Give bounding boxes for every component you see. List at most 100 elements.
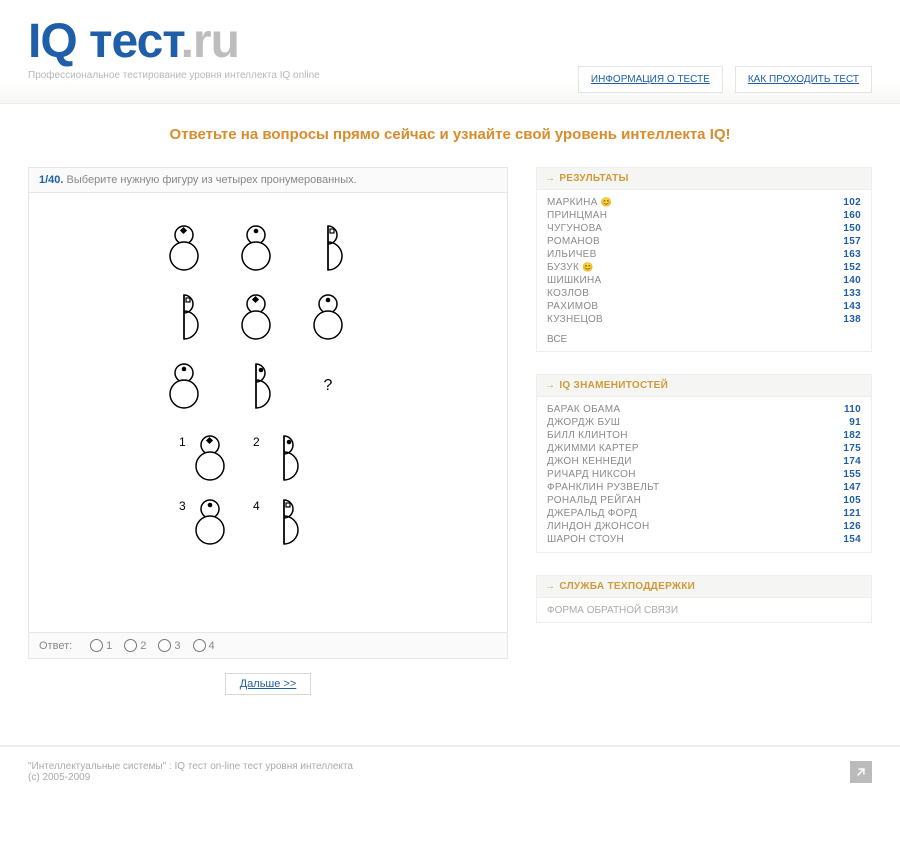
result-row[interactable]: ЧУГУНОВА150 (547, 222, 861, 235)
result-score: 102 (843, 197, 861, 208)
result-score: 152 (843, 262, 861, 273)
celeb-row[interactable]: ДЖОРДЖ БУШ 91 (547, 416, 861, 429)
celeb-score: 174 (843, 456, 861, 467)
celeb-row[interactable]: ДЖЕРАЛЬД ФОРД121 (547, 507, 861, 520)
answer-radio-3[interactable] (158, 639, 171, 652)
answer-label: Ответ: (39, 640, 72, 652)
celeb-row[interactable]: ДЖИММИ КАРТЕР175 (547, 442, 861, 455)
page-headline: Ответьте на вопросы прямо сейчас и узнай… (28, 126, 872, 143)
celeb-row[interactable]: РИЧАРД НИКСОН155 (547, 468, 861, 481)
celeb-row[interactable]: ШАРОН СТОУН 154 (547, 533, 861, 546)
celeb-row[interactable]: ЛИНДОН ДЖОНСОН126 (547, 520, 861, 533)
result-score: 163 (843, 249, 861, 260)
smile-icon: 😊 (582, 262, 594, 272)
site-logo[interactable]: IQ тест.ru (28, 18, 320, 66)
figure-2-3 (303, 292, 353, 347)
result-score: 143 (843, 301, 861, 312)
celeb-name: РОНАЛЬД РЕЙГАН (547, 495, 641, 506)
answer-option-3[interactable]: 3 (158, 639, 180, 652)
celeb-score: 175 (843, 443, 861, 454)
result-score: 133 (843, 288, 861, 299)
figure-3-2 (231, 361, 281, 416)
answer-option-2[interactable]: 2 (124, 639, 146, 652)
answer-figure-1[interactable]: 1 (179, 433, 239, 483)
celeb-row[interactable]: БАРАК ОБАМА 110 (547, 403, 861, 416)
question-header: 1/40. Выберите нужную фигуру из четырех … (28, 167, 508, 193)
result-row[interactable]: БУЗУК 😊 152 (547, 261, 861, 274)
celeb-row[interactable]: БИЛЛ КЛИНТОН182 (547, 429, 861, 442)
answer-radio-1[interactable] (90, 639, 103, 652)
figure-2-1 (159, 292, 209, 347)
celebs-panel-header: →IQ ЗНАМЕНИТОСТЕЙ (537, 375, 871, 397)
arrow-up-right-icon (854, 765, 868, 779)
result-name: КОЗЛОВ (547, 288, 589, 299)
header: IQ тест.ru Профессиональное тестирование… (0, 0, 900, 104)
answer-num-2: 2 (253, 435, 260, 449)
celeb-name: БАРАК ОБАМА (547, 404, 620, 415)
answer-row: Ответ: 1 2 3 4 (28, 633, 508, 659)
result-row[interactable]: МАРКИНА 😊102 (547, 196, 861, 209)
scroll-top-button[interactable] (850, 761, 872, 783)
footer: "Интеллектуальные системы" : IQ тест on-… (0, 745, 900, 797)
result-score: 150 (843, 223, 861, 234)
celeb-name: ДЖЕРАЛЬД ФОРД (547, 508, 637, 519)
result-row[interactable]: РАХИМОВ143 (547, 300, 861, 313)
question-text: Выберите нужную фигуру из четырех пронум… (67, 174, 357, 186)
footer-text: "Интеллектуальные системы" : IQ тест on-… (28, 761, 353, 783)
figure-3-1 (159, 361, 209, 416)
celeb-name: ШАРОН СТОУН (547, 534, 624, 545)
celeb-name: ФРАНКЛИН РУЗВЕЛЬТ (547, 482, 659, 493)
answer-radio-4[interactable] (193, 639, 206, 652)
results-panel: →РЕЗУЛЬТАТЫ МАРКИНА 😊102ПРИНЦМАН160ЧУГУН… (536, 167, 872, 352)
link-how-to-take[interactable]: КАК ПРОХОДИТЬ ТЕСТ (735, 66, 872, 93)
result-row[interactable]: ПРИНЦМАН 160 (547, 209, 861, 222)
celeb-row[interactable]: РОНАЛЬД РЕЙГАН105 (547, 494, 861, 507)
answer-figure-3[interactable]: 3 (179, 497, 239, 547)
celeb-name: ДЖОН КЕННЕДИ (547, 456, 632, 467)
result-score: 160 (843, 210, 861, 221)
result-row[interactable]: РОМАНОВ157 (547, 235, 861, 248)
celeb-name: ДЖОРДЖ БУШ (547, 417, 620, 428)
figure-3-3-missing: ? (303, 361, 353, 416)
sidebar: →РЕЗУЛЬТАТЫ МАРКИНА 😊102ПРИНЦМАН160ЧУГУН… (536, 167, 872, 645)
result-name: РОМАНОВ (547, 236, 600, 247)
celeb-score: 154 (843, 534, 861, 545)
result-row[interactable]: КОЗЛОВ 133 (547, 287, 861, 300)
logo-suffix: .ru (181, 15, 239, 68)
celeb-score: 147 (843, 482, 861, 493)
question-figure-box: ? 1 2 3 (28, 193, 508, 633)
result-row[interactable]: ИЛЬИЧЕВ163 (547, 248, 861, 261)
answer-option-4[interactable]: 4 (193, 639, 215, 652)
link-about-test[interactable]: ИНФОРМАЦИЯ О ТЕСТЕ (578, 66, 723, 93)
celeb-score: 91 (849, 417, 861, 428)
answer-figure-2[interactable]: 2 (253, 433, 313, 483)
celeb-row[interactable]: ДЖОН КЕННЕДИ 174 (547, 455, 861, 468)
smile-icon: 😊 (601, 197, 613, 207)
celeb-row[interactable]: ФРАНКЛИН РУЗВЕЛЬТ 147 (547, 481, 861, 494)
result-row[interactable]: КУЗНЕЦОВ138 (547, 313, 861, 326)
answer-option-1[interactable]: 1 (90, 639, 112, 652)
logo-block: IQ тест.ru Профессиональное тестирование… (28, 18, 320, 81)
results-all-link[interactable]: ВСЕ (547, 334, 861, 345)
result-score: 140 (843, 275, 861, 286)
support-panel-header: →СЛУЖБА ТЕХПОДДЕРЖКИ (537, 576, 871, 598)
arrow-icon: → (545, 380, 555, 391)
result-name: ПРИНЦМАН (547, 210, 607, 221)
celeb-score: 126 (843, 521, 861, 532)
answer-radio-2[interactable] (124, 639, 137, 652)
celeb-name: РИЧАРД НИКСОН (547, 469, 636, 480)
result-row[interactable]: ШИШКИНА 140 (547, 274, 861, 287)
result-score: 138 (843, 314, 861, 325)
answer-figure-grid: 1 2 3 4 (179, 433, 313, 547)
feedback-form-link[interactable]: ФОРМА ОБРАТНОЙ СВЯЗИ (547, 605, 678, 616)
arrow-icon: → (545, 173, 555, 184)
result-name: ШИШКИНА (547, 275, 602, 286)
support-panel: →СЛУЖБА ТЕХПОДДЕРЖКИ ФОРМА ОБРАТНОЙ СВЯЗ… (536, 575, 872, 623)
result-name: БУЗУК 😊 (547, 262, 594, 273)
tagline: Профессиональное тестирование уровня инт… (28, 70, 320, 81)
answer-num-3: 3 (179, 499, 186, 513)
next-button[interactable]: Дальше >> (225, 673, 312, 695)
celeb-score: 110 (844, 404, 861, 415)
answer-figure-4[interactable]: 4 (253, 497, 313, 547)
question-number: 1/40. (39, 174, 63, 186)
